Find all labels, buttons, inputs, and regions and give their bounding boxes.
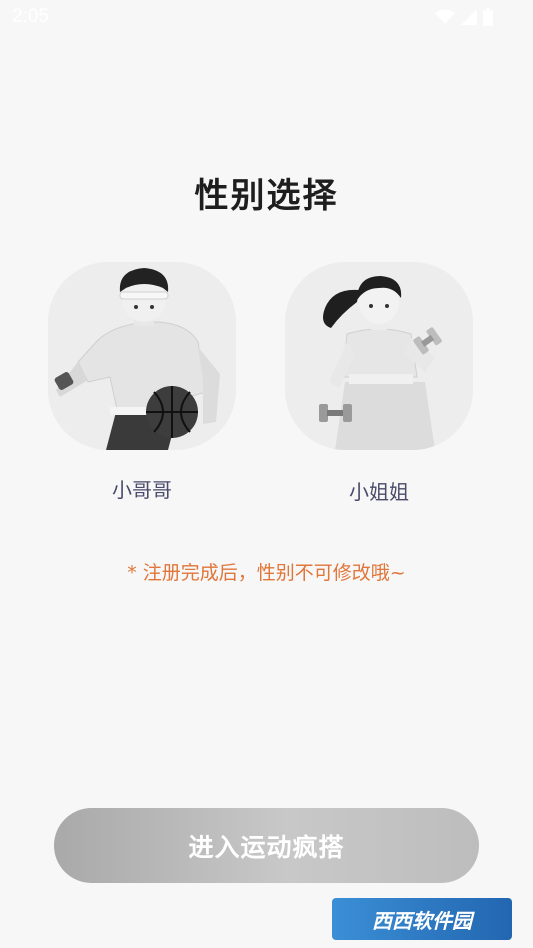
female-label[interactable]: 小姐姐 [285,476,473,505]
female-option[interactable] [285,262,473,450]
enter-button-label: 进入运动疯搭 [188,832,345,862]
enter-button[interactable]: 进入运动疯搭 [54,808,479,883]
status-icons [435,8,493,30]
watermark-logo: 西西软件园 [332,898,512,940]
page-title: 性别选择 [194,176,339,216]
watermark-text: 西西软件园 [372,908,472,933]
status-bar: 2:05 [0,0,533,36]
basketball-boy-avatar [48,262,236,450]
male-option[interactable] [48,262,236,450]
battery-icon [483,8,493,30]
dumbbell-left [319,404,352,422]
male-label[interactable]: 小哥哥 [48,474,236,503]
wifi-icon [435,9,455,29]
status-time: 2:05 [12,6,49,27]
dumbbell-girl-avatar [285,262,473,450]
signal-icon [461,9,477,29]
gender-notice: * 注册完成后，性别不可修改哦~ [127,562,406,584]
